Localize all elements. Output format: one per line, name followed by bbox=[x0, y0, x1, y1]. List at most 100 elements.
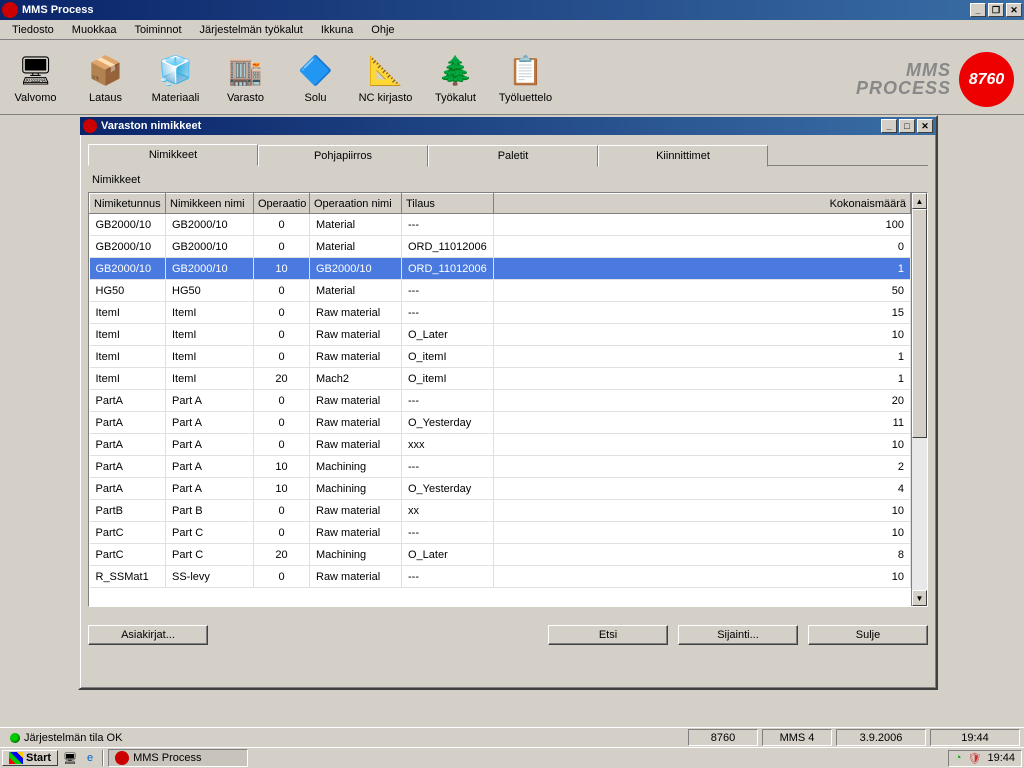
toolbar-materiaali[interactable]: 🧊Materiaali bbox=[148, 50, 203, 104]
table-row[interactable]: ItemIItemI20Mach2O_itemI1 bbox=[90, 368, 911, 390]
column-header-2[interactable]: Operaatio bbox=[254, 194, 310, 214]
toolbar-valvomo[interactable]: 🖥Valvomo bbox=[8, 50, 63, 104]
scroll-up-button[interactable]: ▲ bbox=[912, 193, 927, 209]
menu-item-5[interactable]: Ohje bbox=[363, 22, 402, 38]
minimize-button[interactable]: _ bbox=[970, 3, 986, 17]
cell: xxx bbox=[402, 434, 494, 456]
toolbar-icon-5: 📐 bbox=[366, 50, 406, 90]
cell: Raw material bbox=[310, 434, 402, 456]
toolbar-työkalut[interactable]: 🌲Työkalut bbox=[428, 50, 483, 104]
scroll-track[interactable] bbox=[912, 209, 927, 590]
table-row[interactable]: ItemIItemI0Raw materialO_itemI1 bbox=[90, 346, 911, 368]
cell: Part A bbox=[166, 434, 254, 456]
cell: 100 bbox=[494, 214, 911, 236]
menu-item-0[interactable]: Tiedosto bbox=[4, 22, 62, 38]
cell: Material bbox=[310, 236, 402, 258]
table-row[interactable]: PartAPart A0Raw materialxxx10 bbox=[90, 434, 911, 456]
toolbar-label: Lataus bbox=[89, 92, 122, 104]
cell: Material bbox=[310, 214, 402, 236]
tray-shield-icon[interactable]: 🛡 bbox=[968, 752, 982, 765]
child-close-button[interactable]: ✕ bbox=[917, 119, 933, 133]
close-button[interactable]: ✕ bbox=[1006, 3, 1022, 17]
cell: --- bbox=[402, 456, 494, 478]
cell: Raw material bbox=[310, 390, 402, 412]
quicklaunch-desktop-icon[interactable]: 🖥 bbox=[62, 750, 78, 766]
table-row[interactable]: GB2000/10GB2000/100MaterialORD_110120060 bbox=[90, 236, 911, 258]
menu-item-4[interactable]: Ikkuna bbox=[313, 22, 361, 38]
column-header-3[interactable]: Operaation nimi bbox=[310, 194, 402, 214]
task-app-icon bbox=[115, 751, 129, 765]
table-row[interactable]: PartBPart B0Raw materialxx10 bbox=[90, 500, 911, 522]
cell: ItemI bbox=[166, 346, 254, 368]
status-code: 8760 bbox=[688, 729, 758, 746]
cell: 0 bbox=[254, 522, 310, 544]
table-row[interactable]: R_SSMat1SS-levy0Raw material---10 bbox=[90, 566, 911, 588]
tab-kiinnittimet[interactable]: Kiinnittimet bbox=[598, 145, 768, 167]
column-header-1[interactable]: Nimikkeen nimi bbox=[166, 194, 254, 214]
maximize-button[interactable]: ❐ bbox=[988, 3, 1004, 17]
toolbar-työluettelo[interactable]: 📋Työluettelo bbox=[498, 50, 553, 104]
table-row[interactable]: HG50HG500Material---50 bbox=[90, 280, 911, 302]
toolbar-label: Materiaali bbox=[152, 92, 200, 104]
toolbar-icon-1: 📦 bbox=[86, 50, 126, 90]
start-button[interactable]: Start bbox=[2, 750, 58, 766]
quicklaunch-ie-icon[interactable]: e bbox=[82, 750, 98, 766]
cell: ItemI bbox=[90, 346, 166, 368]
cell: HG50 bbox=[166, 280, 254, 302]
table-row[interactable]: PartCPart C0Raw material---10 bbox=[90, 522, 911, 544]
tray-icon-1[interactable]: ◔ bbox=[955, 752, 962, 764]
toolbar-solu[interactable]: 🔷 Solu bbox=[288, 50, 343, 104]
asiakirjat-button[interactable]: Asiakirjat... bbox=[88, 625, 208, 645]
brand-badge: 8760 bbox=[959, 52, 1014, 107]
table-row[interactable]: GB2000/10GB2000/1010GB2000/10ORD_1101200… bbox=[90, 258, 911, 280]
cell: 0 bbox=[254, 434, 310, 456]
column-header-0[interactable]: Nimiketunnus bbox=[90, 194, 166, 214]
cell: GB2000/10 bbox=[90, 258, 166, 280]
cell: 8 bbox=[494, 544, 911, 566]
menu-item-2[interactable]: Toiminnot bbox=[126, 22, 189, 38]
taskbar-item-mms[interactable]: MMS Process bbox=[108, 749, 248, 767]
cell: 0 bbox=[254, 566, 310, 588]
table-row[interactable]: PartAPart A10Machining---2 bbox=[90, 456, 911, 478]
cell: Raw material bbox=[310, 324, 402, 346]
menu-item-3[interactable]: Järjestelmän työkalut bbox=[192, 22, 311, 38]
cell: PartA bbox=[90, 434, 166, 456]
table-row[interactable]: ItemIItemI0Raw materialO_Later10 bbox=[90, 324, 911, 346]
cell: 1 bbox=[494, 368, 911, 390]
cell: 2 bbox=[494, 456, 911, 478]
toolbar-icon-4: 🔷 bbox=[296, 50, 336, 90]
child-minimize-button[interactable]: _ bbox=[881, 119, 897, 133]
tab-pohjapiirros[interactable]: Pohjapiirros bbox=[258, 145, 428, 167]
cell: Part B bbox=[166, 500, 254, 522]
tab-nimikkeet[interactable]: Nimikkeet bbox=[88, 144, 258, 166]
toolbar-lataus[interactable]: 📦 Lataus bbox=[78, 50, 133, 104]
scroll-thumb[interactable] bbox=[912, 209, 927, 438]
column-header-5[interactable]: Kokonaismäärä bbox=[494, 194, 911, 214]
toolbar-nc kirjasto[interactable]: 📐NC kirjasto bbox=[358, 50, 413, 104]
vertical-scrollbar[interactable]: ▲ ▼ bbox=[911, 193, 927, 606]
table-row[interactable]: GB2000/10GB2000/100Material---100 bbox=[90, 214, 911, 236]
toolbar-icon-7: 📋 bbox=[506, 50, 546, 90]
table-row[interactable]: PartCPart C20MachiningO_Later8 bbox=[90, 544, 911, 566]
menu-item-1[interactable]: Muokkaa bbox=[64, 22, 125, 38]
toolbar-varasto[interactable]: 🏬Varasto bbox=[218, 50, 273, 104]
sijainti-button[interactable]: Sijainti... bbox=[678, 625, 798, 645]
table-row[interactable]: ItemIItemI0Raw material---15 bbox=[90, 302, 911, 324]
cell: ItemI bbox=[90, 324, 166, 346]
scroll-down-button[interactable]: ▼ bbox=[912, 590, 927, 606]
cell: Raw material bbox=[310, 412, 402, 434]
table-row[interactable]: PartAPart A0Raw material---20 bbox=[90, 390, 911, 412]
cell: GB2000/10 bbox=[90, 236, 166, 258]
table-row[interactable]: PartAPart A10MachiningO_Yesterday4 bbox=[90, 478, 911, 500]
child-title: Varaston nimikkeet bbox=[101, 120, 881, 132]
brand-line2: PROCESS bbox=[856, 80, 951, 97]
etsi-button[interactable]: Etsi bbox=[548, 625, 668, 645]
sulje-button[interactable]: Sulje bbox=[808, 625, 928, 645]
system-tray: ◔ 🛡 19:44 bbox=[948, 750, 1022, 767]
column-header-4[interactable]: Tilaus bbox=[402, 194, 494, 214]
cell: O_Yesterday bbox=[402, 412, 494, 434]
tab-paletit[interactable]: Paletit bbox=[428, 145, 598, 167]
child-maximize-button[interactable]: □ bbox=[899, 119, 915, 133]
toolbar-label: Solu bbox=[304, 92, 326, 104]
table-row[interactable]: PartAPart A0Raw materialO_Yesterday11 bbox=[90, 412, 911, 434]
